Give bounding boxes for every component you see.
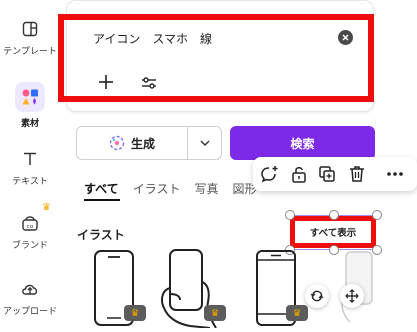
duplicate-icon[interactable] <box>317 164 337 184</box>
chevron-down-icon <box>200 140 210 146</box>
generate-label: 生成 <box>130 136 155 151</box>
premium-badge: ♛ <box>204 305 226 321</box>
rotate-button[interactable] <box>305 284 329 308</box>
crown-icon: ♛ <box>130 307 140 319</box>
sidebar: テンプレート 素材 テキスト co ♛ ブランド アップロード <box>0 0 60 332</box>
sidebar-item-brand[interactable]: co ♛ ブランド <box>0 202 60 251</box>
resize-handle[interactable] <box>329 210 339 220</box>
template-icon <box>18 18 42 40</box>
resize-handle[interactable] <box>372 210 382 220</box>
comment-add-icon[interactable] <box>259 164 279 184</box>
trash-icon[interactable] <box>347 164 367 184</box>
tab-all[interactable]: すべて <box>84 180 119 197</box>
sidebar-item-label: ブランド <box>11 241 48 251</box>
sidebar-item-templates[interactable]: テンプレート <box>0 18 60 57</box>
premium-badge: ♛ <box>286 305 308 321</box>
move-icon <box>345 289 359 303</box>
generate-button-group: 生成 <box>76 126 222 160</box>
magic-generate-icon <box>109 135 125 151</box>
premium-badge: ♛ <box>124 305 146 321</box>
sidebar-item-label: テンプレート <box>3 47 57 57</box>
sidebar-item-elements[interactable]: 素材 <box>0 82 60 129</box>
search-highlight-box <box>58 14 374 102</box>
generate-button[interactable]: 生成 <box>77 127 187 159</box>
elements-icon <box>15 82 45 112</box>
rotate-icon <box>310 290 324 302</box>
filter-tabs: すべて イラスト 写真 図形 <box>84 180 256 197</box>
more-options-icon[interactable] <box>385 164 405 184</box>
show-all-link[interactable]: すべて表示 <box>290 216 376 248</box>
crown-icon: ♛ <box>42 202 51 213</box>
element-floating-toolbar <box>253 157 417 191</box>
sidebar-item-label: アップロード <box>2 307 57 317</box>
sidebar-item-label: 素材 <box>20 119 39 129</box>
resize-handle[interactable] <box>285 210 295 220</box>
text-icon <box>18 148 42 170</box>
sidebar-item-text[interactable]: テキスト <box>0 148 60 187</box>
search-button[interactable]: 検索 <box>230 126 375 160</box>
sidebar-item-upload[interactable]: アップロード <box>0 278 60 317</box>
crown-icon: ♛ <box>210 307 220 319</box>
lock-icon[interactable] <box>289 164 309 184</box>
crown-icon: ♛ <box>292 307 302 319</box>
upload-icon <box>18 278 42 300</box>
svg-text:co: co <box>27 224 34 230</box>
divider <box>187 127 188 159</box>
sidebar-item-label: テキスト <box>12 177 48 187</box>
section-title: イラスト <box>77 228 125 242</box>
generate-options-button[interactable] <box>189 127 221 159</box>
active-tab-indicator <box>84 199 120 201</box>
tab-photos[interactable]: 写真 <box>194 180 218 197</box>
brand-icon: co <box>18 212 42 234</box>
tab-illustrations[interactable]: イラスト <box>133 180 181 197</box>
move-button[interactable] <box>340 284 364 308</box>
